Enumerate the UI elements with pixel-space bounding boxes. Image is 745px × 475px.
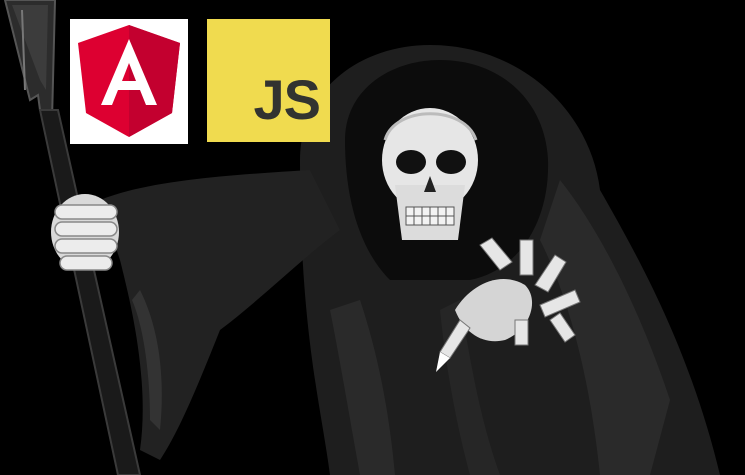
reaper-left-hand-icon bbox=[51, 194, 119, 271]
scythe-blade-icon bbox=[3, 0, 57, 123]
scene: JS bbox=[0, 0, 745, 475]
angular-logo-tile bbox=[70, 19, 188, 144]
reaper-sleeve-icon bbox=[100, 170, 340, 460]
scythe-pole-icon bbox=[38, 109, 142, 475]
javascript-logo-tile: JS bbox=[207, 19, 330, 142]
javascript-logo-text: JS bbox=[253, 68, 321, 131]
angular-logo-icon bbox=[78, 25, 180, 137]
